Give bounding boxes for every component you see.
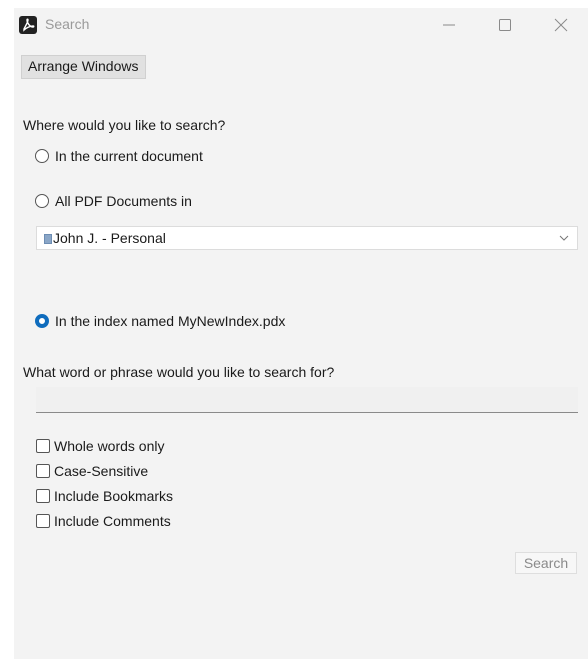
checkbox-include-comments-label[interactable]: Include Comments [54, 513, 171, 529]
folder-select-value: John J. - Personal [53, 230, 166, 246]
folder-select[interactable]: John J. - Personal [36, 226, 578, 250]
search-window: Search Arrange Windows Where would you l… [14, 8, 588, 659]
close-button[interactable] [538, 8, 584, 42]
checkbox-case-sensitive[interactable] [36, 464, 50, 478]
checkbox-whole-words[interactable] [36, 439, 50, 453]
maximize-icon [499, 19, 511, 31]
search-phrase-input[interactable] [36, 387, 578, 413]
document-icon [44, 234, 52, 244]
checkbox-include-bookmarks-label[interactable]: Include Bookmarks [54, 488, 173, 504]
radio-current-document-label[interactable]: In the current document [55, 148, 203, 164]
minimize-button[interactable] [426, 8, 472, 42]
checkbox-case-sensitive-label[interactable]: Case-Sensitive [54, 463, 148, 479]
arrange-windows-button[interactable]: Arrange Windows [21, 55, 146, 79]
window-title: Search [45, 16, 90, 32]
checkbox-include-bookmarks[interactable] [36, 489, 50, 503]
minimize-icon [443, 24, 455, 26]
radio-all-pdf-documents-label[interactable]: All PDF Documents in [55, 193, 192, 209]
query-heading: What word or phrase would you like to se… [23, 364, 335, 380]
radio-index[interactable] [35, 314, 49, 328]
radio-all-pdf-documents[interactable] [35, 194, 49, 208]
location-heading: Where would you like to search? [23, 117, 226, 133]
checkbox-include-comments[interactable] [36, 514, 50, 528]
radio-current-document[interactable] [35, 149, 49, 163]
title-bar[interactable]: Search [14, 8, 588, 42]
checkbox-whole-words-label[interactable]: Whole words only [54, 438, 165, 454]
radio-index-label[interactable]: In the index named MyNewIndex.pdx [55, 313, 285, 329]
search-button[interactable]: Search [515, 552, 577, 574]
maximize-button[interactable] [482, 8, 528, 42]
close-icon [554, 18, 568, 32]
pdf-app-icon [19, 16, 37, 34]
chevron-down-icon [559, 235, 569, 241]
